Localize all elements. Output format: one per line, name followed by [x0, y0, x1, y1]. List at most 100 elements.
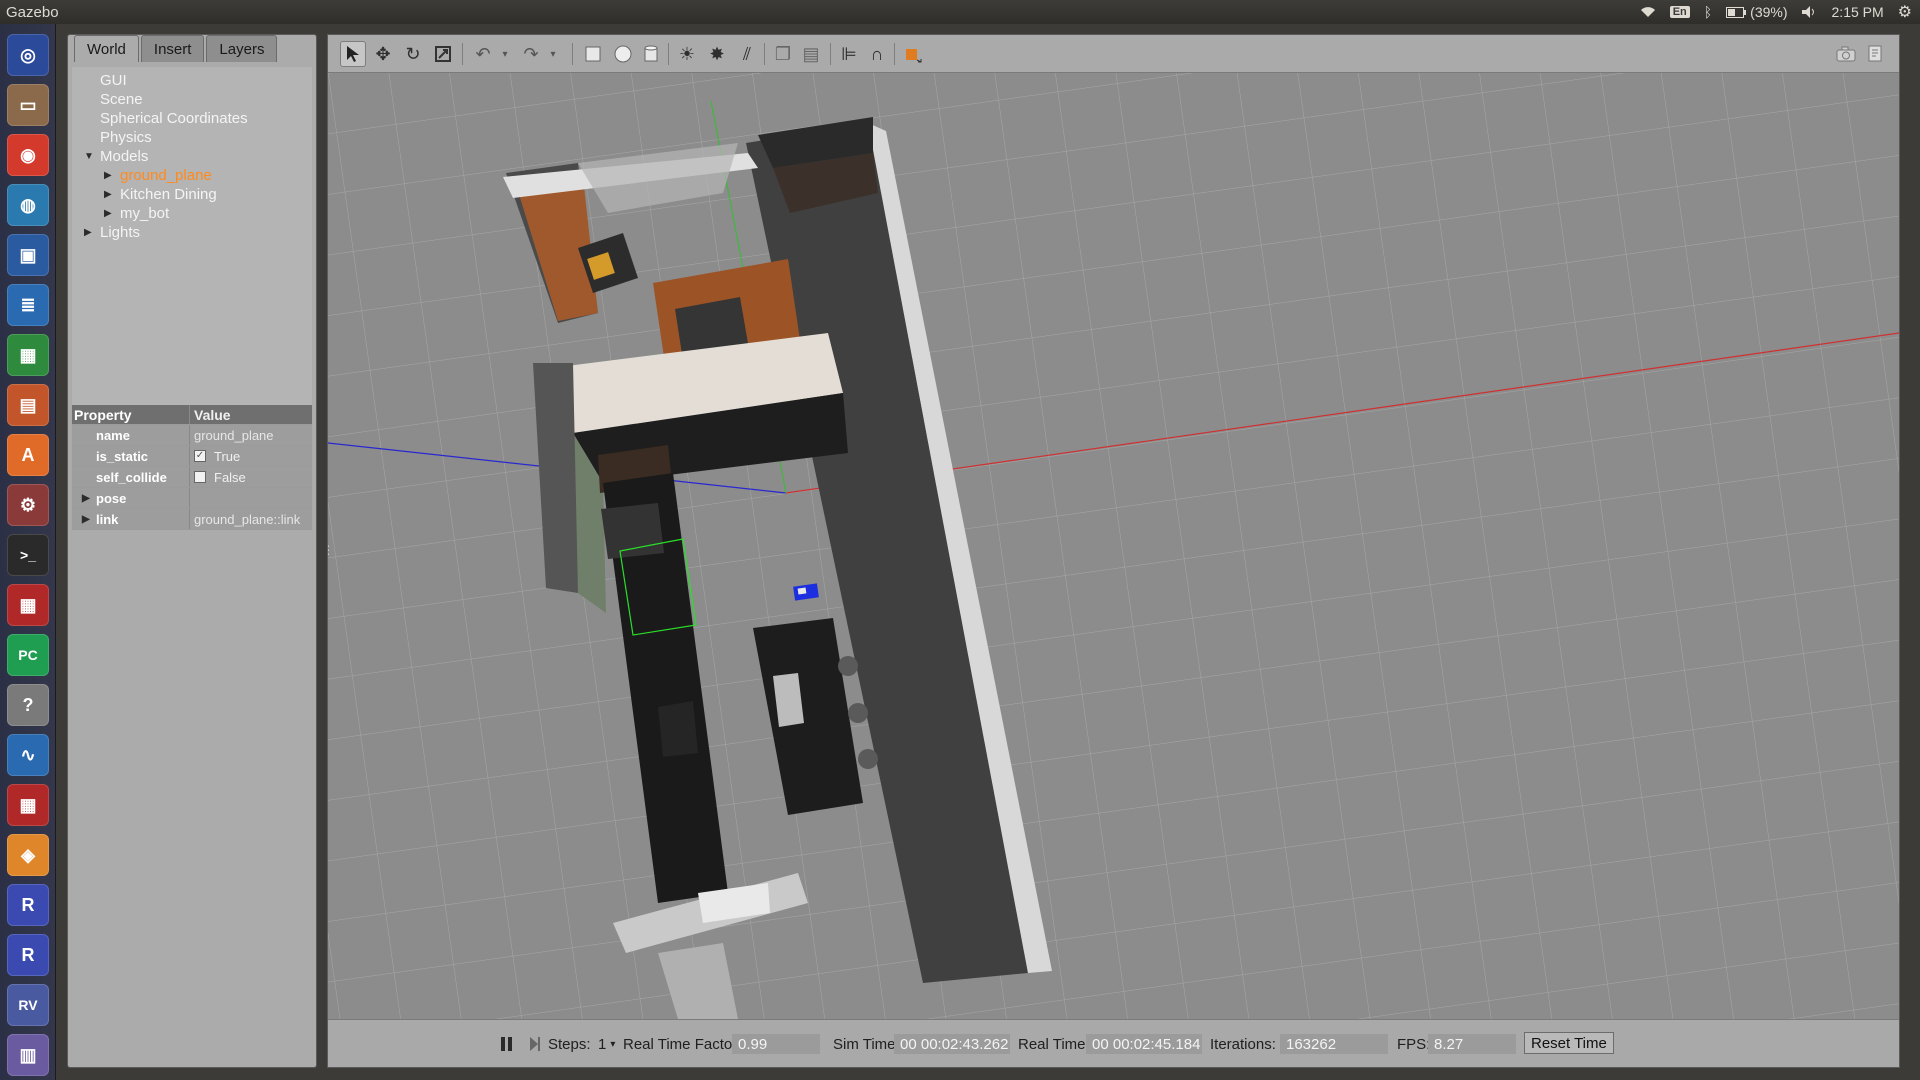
session-gear-icon[interactable]: ⚙ [1898, 2, 1912, 22]
volume-icon[interactable] [1801, 6, 1818, 18]
3d-viewport[interactable]: ⋮ ⋮ [328, 73, 1899, 1019]
point-light-icon[interactable]: ☀ [674, 41, 700, 67]
keyboard-layout-indicator[interactable]: En [1669, 6, 1690, 18]
fps-field: 8.27 [1428, 1034, 1516, 1054]
box-shape-icon[interactable] [580, 41, 606, 67]
tree-item-ground-plane[interactable]: ▶ ground_plane [104, 166, 212, 185]
steps-spinner[interactable]: 1 ▾ [598, 1034, 615, 1054]
collapsed-arrow-icon[interactable]: ▶ [84, 227, 96, 238]
self-collide-value: False [214, 469, 246, 485]
collapsed-arrow-icon[interactable]: ▶ [82, 514, 90, 525]
real-time-label: Real Time: [1018, 1035, 1090, 1053]
tree-item-label: Scene [100, 91, 143, 108]
tab-insert[interactable]: Insert [140, 35, 205, 62]
steps-label: Steps: [548, 1035, 591, 1053]
translate-mode-icon[interactable]: ✥ [370, 41, 396, 67]
property-value: ✓ True [190, 446, 312, 466]
paste-icon[interactable]: ▤ [798, 41, 824, 67]
cylinder-shape-icon[interactable] [638, 41, 664, 67]
rqt-2-icon[interactable]: R [7, 934, 49, 976]
fps-label: FPS: [1397, 1035, 1431, 1053]
virtualbox-icon[interactable]: ▣ [7, 234, 49, 276]
spot-light-icon[interactable]: ✸ [704, 41, 730, 67]
ubuntu-dash-icon[interactable]: ◎ [7, 34, 49, 76]
sim-time-label: Sim Time: [833, 1035, 900, 1053]
tree-item-kitchen-dining[interactable]: ▶ Kitchen Dining [104, 185, 217, 204]
bluetooth-icon[interactable]: ᛒ [1704, 4, 1712, 20]
terminal-icon[interactable]: >_ [7, 534, 49, 576]
app-red-2-icon[interactable]: ▦ [7, 784, 49, 826]
tab-world[interactable]: World [74, 35, 139, 62]
undo-dropdown-icon[interactable]: ▾ [492, 41, 518, 67]
screenshot-camera-icon[interactable] [1833, 41, 1859, 67]
value-column-header: Value [194, 406, 231, 423]
rqt-icon[interactable]: R [7, 884, 49, 926]
tree-item-models[interactable]: ▼ Models [84, 147, 148, 166]
collapsed-arrow-icon[interactable]: ▶ [104, 189, 116, 200]
link-key-label: link [96, 511, 119, 527]
network-icon[interactable]: ◍ [7, 184, 49, 226]
align-icon[interactable]: ⊫ [836, 41, 862, 67]
pause-icon[interactable] [500, 1034, 514, 1054]
panel-tabs: World Insert Layers [74, 35, 278, 63]
gazebo-icon[interactable]: ◈ [7, 834, 49, 876]
copy-icon[interactable]: ❐ [770, 41, 796, 67]
writer-icon[interactable]: ≣ [7, 284, 49, 326]
rviz-icon[interactable]: RV [7, 984, 49, 1026]
iterations-label: Iterations: [1210, 1035, 1276, 1053]
chrome-icon[interactable]: ◉ [7, 134, 49, 176]
pycharm-icon[interactable]: PC [7, 634, 49, 676]
tree-item-my-bot[interactable]: ▶ my_bot [104, 204, 169, 223]
snap-icon[interactable]: ∩ [864, 41, 890, 67]
left-panel: World Insert Layers GUI Scene Spherical … [67, 34, 317, 1068]
fps-value: 8.27 [1428, 1034, 1516, 1054]
software-center-icon[interactable]: A [7, 434, 49, 476]
tree-item-lights[interactable]: ▶ Lights [84, 223, 140, 242]
scene-render [328, 73, 1899, 1019]
expanded-arrow-icon[interactable]: ▼ [84, 151, 96, 162]
is-static-checkbox[interactable]: ✓ [194, 450, 206, 462]
property-value: False [190, 467, 312, 487]
sphere-shape-icon[interactable] [610, 41, 636, 67]
scale-mode-icon[interactable] [430, 41, 456, 67]
property-table: Property Value name ground_plane is_stat… [72, 405, 312, 530]
battery-indicator[interactable]: (39%) [1726, 4, 1788, 20]
collapsed-arrow-icon[interactable]: ▶ [104, 170, 116, 181]
rotate-mode-icon[interactable]: ↻ [400, 41, 426, 67]
tree-item-physics[interactable]: Physics [100, 128, 152, 147]
tree-item-gui[interactable]: GUI [100, 71, 127, 90]
property-value[interactable]: ground_plane [190, 425, 312, 445]
redo-dropdown-icon[interactable]: ▾ [540, 41, 566, 67]
settings-icon[interactable]: ⚙ [7, 484, 49, 526]
tree-item-spherical-coordinates[interactable]: Spherical Coordinates [100, 109, 248, 128]
app-red-icon[interactable]: ▦ [7, 584, 49, 626]
directional-light-icon[interactable]: ⫽ [734, 41, 760, 67]
right-splitter-handle[interactable]: ⋮ [1897, 543, 1899, 557]
select-mode-icon[interactable] [340, 41, 366, 67]
tab-layers[interactable]: Layers [206, 35, 278, 62]
sim-time-value: 00 00:02:43.262 [894, 1034, 1010, 1054]
property-key: is_static [72, 446, 190, 466]
status-bar: Steps: 1 ▾ Real Time Factor: 0.99 Sim Ti… [328, 1019, 1899, 1067]
help-icon[interactable]: ? [7, 684, 49, 726]
log-record-icon[interactable] [1863, 41, 1889, 67]
collapsed-arrow-icon[interactable]: ▶ [104, 208, 116, 219]
property-row-pose[interactable]: ▶ pose [72, 488, 312, 509]
tree-item-label: GUI [100, 72, 127, 89]
self-collide-checkbox[interactable] [194, 471, 206, 483]
calc-icon[interactable]: ▦ [7, 334, 49, 376]
wifi-icon[interactable] [1640, 6, 1656, 18]
reset-time-button[interactable]: Reset Time [1524, 1032, 1614, 1054]
clock[interactable]: 2:15 PM [1832, 4, 1884, 20]
tree-item-label: Physics [100, 129, 152, 146]
files-icon[interactable]: ▭ [7, 84, 49, 126]
monitor-icon[interactable]: ∿ [7, 734, 49, 776]
step-icon[interactable] [528, 1034, 542, 1054]
tree-item-scene[interactable]: Scene [100, 90, 143, 109]
impress-icon[interactable]: ▤ [7, 384, 49, 426]
oven-unit [658, 701, 698, 757]
collapsed-arrow-icon[interactable]: ▶ [82, 493, 90, 504]
trash-icon[interactable]: ▥ [7, 1034, 49, 1076]
change-view-icon[interactable] [900, 41, 926, 67]
property-row-link[interactable]: ▶ link ground_plane::link [72, 509, 312, 530]
